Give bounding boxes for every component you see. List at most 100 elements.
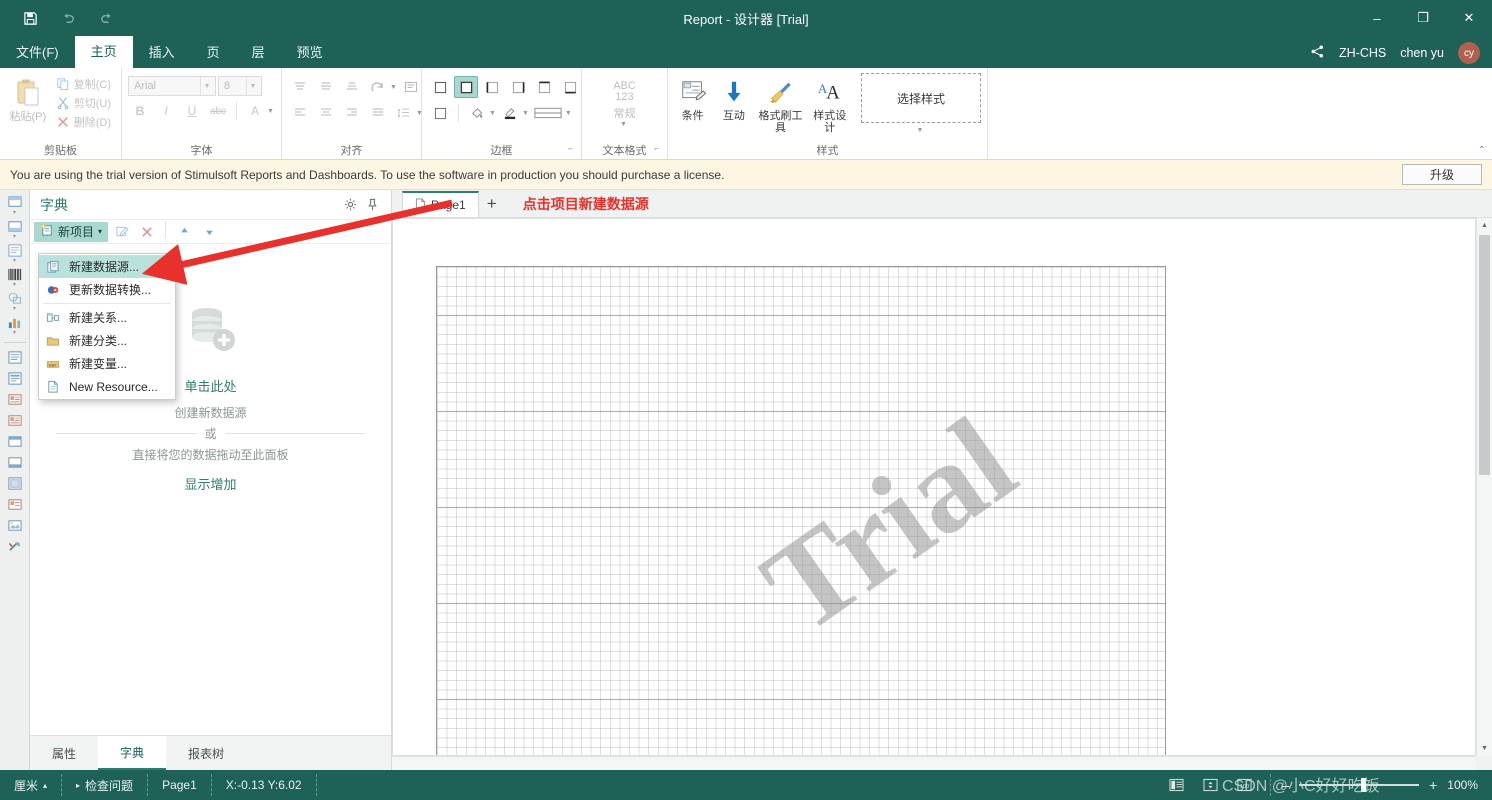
zoom-slider[interactable] xyxy=(1299,778,1420,792)
font-size-select[interactable]: 8 ▼ xyxy=(218,76,262,96)
chevron-down-icon[interactable]: ▼ xyxy=(246,77,259,95)
chevron-down-icon[interactable]: ▾ xyxy=(13,234,16,241)
bold-button[interactable]: B xyxy=(128,100,152,122)
italic-button[interactable]: I xyxy=(154,100,178,122)
collapse-ribbon-button[interactable]: ⌃ xyxy=(1478,145,1486,156)
tab-page[interactable]: 页 xyxy=(191,38,236,68)
menu-item-new-variable[interactable]: var 新建变量... xyxy=(39,352,175,375)
vertical-scroll-thumb[interactable] xyxy=(1479,235,1490,475)
share-icon[interactable] xyxy=(1310,44,1325,62)
vertical-scrollbar[interactable]: ▲ ▼ xyxy=(1476,218,1492,756)
close-button[interactable]: ✕ xyxy=(1446,0,1492,36)
unit-selector[interactable]: 厘米 ▴ xyxy=(0,774,63,796)
menu-item-new-datasource[interactable]: 新建数据源... xyxy=(39,255,175,278)
align-bottom-icon[interactable] xyxy=(340,76,364,98)
rail-item-rich-text[interactable] xyxy=(2,368,28,389)
font-color-button[interactable]: A xyxy=(243,100,267,122)
chevron-down-icon[interactable]: ▾ xyxy=(13,306,16,313)
rail-item-clone-panel[interactable] xyxy=(2,452,28,473)
chevron-down-icon[interactable]: ▼ xyxy=(522,110,529,117)
tab-file[interactable]: 文件(F) xyxy=(0,38,75,68)
line-spacing-icon[interactable] xyxy=(392,102,416,124)
edit-icon[interactable] xyxy=(111,222,133,242)
border-width-icon[interactable] xyxy=(531,102,565,124)
delete-button[interactable]: 删除(D) xyxy=(52,113,115,131)
zoom-in-button[interactable]: + xyxy=(1419,777,1447,793)
chevron-down-icon[interactable]: ▼ xyxy=(267,108,274,115)
tab-layer[interactable]: 层 xyxy=(236,38,281,68)
dialog-launcher-icon[interactable]: ⌐ xyxy=(568,141,573,157)
rail-item-checkbox-text[interactable] xyxy=(2,410,28,431)
rail-item-barcode[interactable]: ▾ xyxy=(2,266,28,290)
report-page-sheet[interactable]: Trial xyxy=(436,266,1166,755)
rail-item-panel[interactable] xyxy=(2,431,28,452)
upgrade-button[interactable]: 升级 xyxy=(1402,164,1482,185)
font-name-select[interactable]: Arial ▼ xyxy=(128,76,216,96)
zoom-slider-knob[interactable] xyxy=(1361,778,1367,792)
chevron-down-icon[interactable]: ▾ xyxy=(13,330,16,337)
border-right-icon[interactable] xyxy=(506,76,530,98)
border-bottom-icon[interactable] xyxy=(558,76,582,98)
menu-item-new-resource[interactable]: New Resource... xyxy=(39,375,175,398)
rail-item-chart[interactable]: ▾ xyxy=(2,314,28,338)
align-justify-icon[interactable] xyxy=(366,102,390,124)
tab-insert[interactable]: 插入 xyxy=(133,38,191,68)
dock-tab-properties[interactable]: 属性 xyxy=(30,736,98,770)
strikethrough-button[interactable]: abc xyxy=(206,100,230,122)
horizontal-scrollbar[interactable] xyxy=(392,756,1476,770)
move-up-icon[interactable] xyxy=(173,222,195,242)
menu-item-new-relation[interactable]: 新建关系... xyxy=(39,306,175,329)
chevron-down-icon[interactable]: ▼ xyxy=(390,84,397,91)
undo-icon[interactable] xyxy=(58,8,78,28)
zoom-100-icon[interactable]: 100 xyxy=(1232,775,1256,795)
page-fit-icon[interactable] xyxy=(1198,775,1222,795)
underline-button[interactable]: U xyxy=(180,100,204,122)
text-rotation-icon[interactable] xyxy=(366,76,390,98)
gear-icon[interactable] xyxy=(339,194,361,216)
pin-icon[interactable] xyxy=(361,194,383,216)
fill-color-icon[interactable] xyxy=(465,102,489,124)
save-icon[interactable] xyxy=(20,8,40,28)
text-format-button[interactable]: ABC 123 常规 ▼ xyxy=(590,75,660,129)
move-down-icon[interactable] xyxy=(198,222,220,242)
add-page-button[interactable]: + xyxy=(479,191,505,217)
menu-item-new-category[interactable]: 新建分类... xyxy=(39,329,175,352)
align-right-icon[interactable] xyxy=(340,102,364,124)
chevron-down-icon[interactable]: ▼ xyxy=(489,110,496,117)
scroll-up-arrow-icon[interactable]: ▲ xyxy=(1477,218,1492,233)
page-layout-icon[interactable] xyxy=(1164,775,1188,795)
dock-tab-dictionary[interactable]: 字典 xyxy=(98,736,167,770)
canvas[interactable]: Trial xyxy=(392,218,1476,756)
check-issues-button[interactable]: ▸ 检查问题 xyxy=(62,774,149,796)
rail-item-text[interactable] xyxy=(2,347,28,368)
maximize-button[interactable]: ❐ xyxy=(1400,0,1446,36)
rail-item-shape[interactable]: ▾ xyxy=(2,290,28,314)
dialog-launcher-icon[interactable]: ⌐ xyxy=(654,141,659,157)
menu-item-refresh-data[interactable]: 更新数据转换... xyxy=(39,278,175,301)
chevron-down-icon[interactable]: ▼ xyxy=(565,110,572,117)
chevron-right-icon[interactable]: ▸ xyxy=(76,781,80,790)
avatar[interactable]: cy xyxy=(1458,42,1480,64)
condition-button[interactable]: 条件 xyxy=(674,73,711,122)
chevron-down-icon[interactable]: ▾ xyxy=(13,210,16,217)
rail-item-image[interactable] xyxy=(2,515,28,536)
new-item-button[interactable]: 新项目 ▾ xyxy=(34,221,109,242)
border-outline-icon[interactable] xyxy=(428,102,452,124)
chevron-up-icon[interactable]: ▴ xyxy=(43,781,47,790)
align-left-icon[interactable] xyxy=(288,102,312,124)
chevron-down-icon[interactable]: ▾ xyxy=(13,282,16,289)
redo-icon[interactable] xyxy=(96,8,116,28)
rail-item-sub-report[interactable] xyxy=(2,473,28,494)
delete-x-icon[interactable] xyxy=(136,222,158,242)
minimize-button[interactable]: – xyxy=(1354,0,1400,36)
border-none-icon[interactable] xyxy=(428,76,452,98)
align-middle-icon[interactable] xyxy=(314,76,338,98)
align-top-icon[interactable] xyxy=(288,76,312,98)
rail-item-image-text[interactable] xyxy=(2,389,28,410)
page-tab-page1[interactable]: Page1 xyxy=(402,191,479,217)
scroll-down-arrow-icon[interactable]: ▼ xyxy=(1477,741,1492,756)
rail-item-header-band[interactable]: ▾ xyxy=(2,242,28,266)
chevron-down-icon[interactable]: ▾ xyxy=(13,258,16,265)
user-name[interactable]: chen yu xyxy=(1400,46,1444,60)
border-left-icon[interactable] xyxy=(480,76,504,98)
